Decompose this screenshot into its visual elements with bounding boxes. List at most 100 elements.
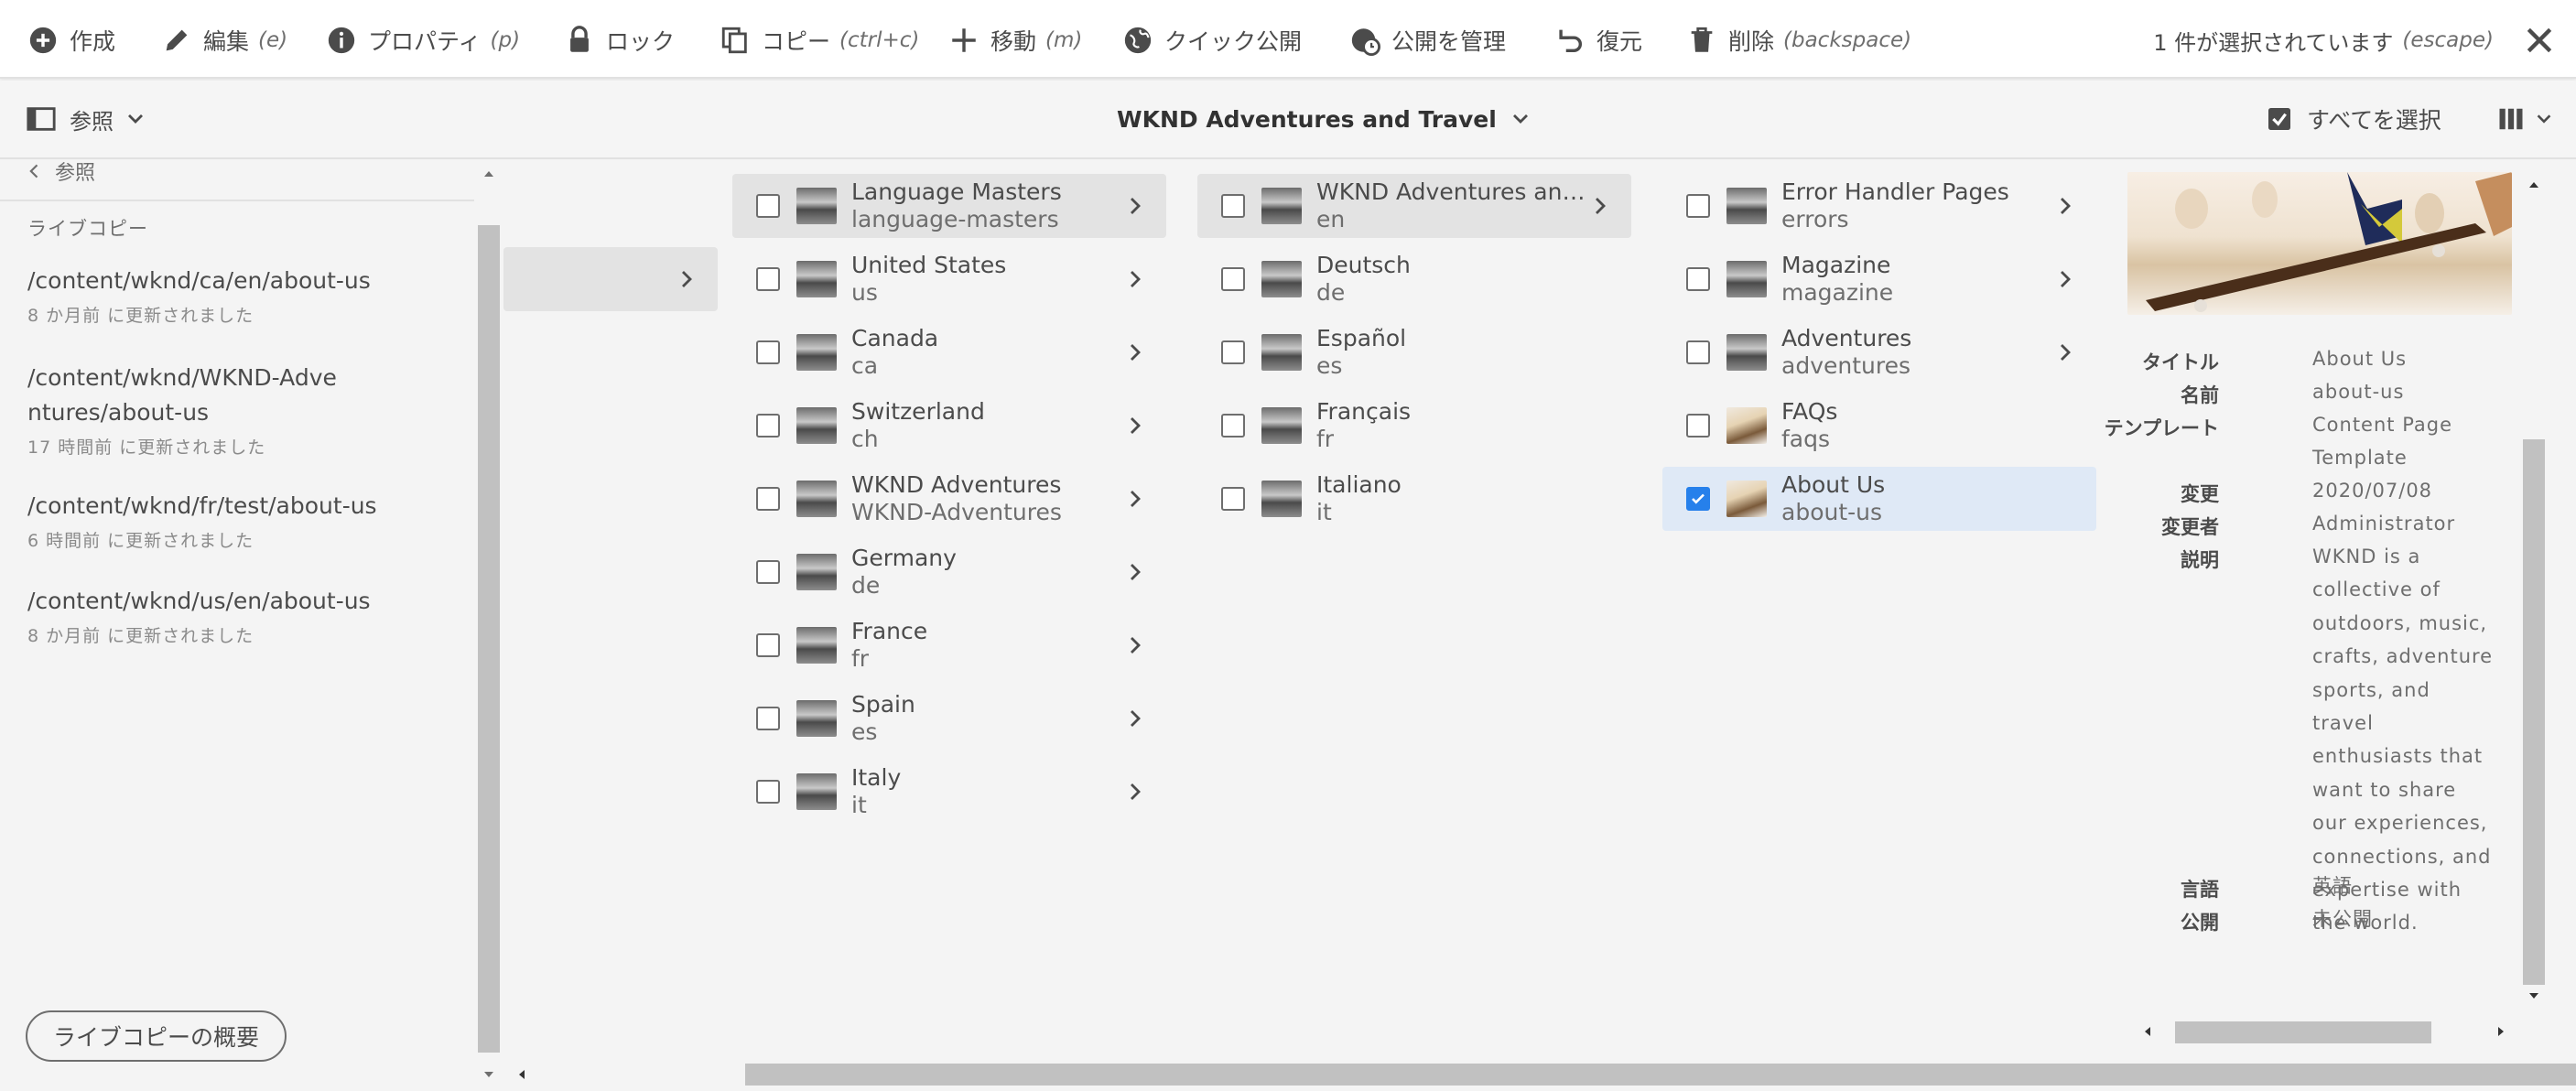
column-view-icon (2499, 108, 2523, 130)
edit-label: 編集 (203, 28, 250, 55)
list-item[interactable]: Español es (1197, 320, 1631, 384)
live-copy-item[interactable]: /content/wknd/ca/en/about-us 8 か月前 に更新され… (27, 264, 449, 327)
row-checkbox[interactable] (756, 194, 780, 218)
chevron-right-icon[interactable] (1124, 488, 1146, 510)
item-title: Italiano (1316, 471, 1402, 498)
globe-clock-icon (1351, 28, 1380, 56)
row-checkbox[interactable] (756, 340, 780, 364)
row-checkbox[interactable] (1221, 267, 1245, 291)
scroll-left-arrow-icon[interactable] (514, 1067, 529, 1082)
live-copy-item[interactable]: /content/wknd/WKND-Adventures/about-us 1… (27, 361, 339, 459)
list-item[interactable]: Adventures adventures (1662, 320, 2096, 384)
rail-scrollbar[interactable] (476, 161, 502, 1091)
properties-button[interactable]: プロパティ (p) (326, 22, 520, 59)
copy-button[interactable]: コピー (ctrl+c) (720, 22, 919, 59)
item-name: WKND-Adventures (851, 499, 1062, 525)
scrollbar-thumb[interactable] (2175, 1021, 2431, 1043)
row-checkbox[interactable] (756, 560, 780, 584)
preview-horizontal-scrollbar[interactable] (2133, 1016, 2517, 1047)
list-item[interactable]: Error Handler Pages errors (1662, 174, 2096, 238)
list-item[interactable]: Français fr (1197, 394, 1631, 458)
row-checkbox[interactable] (756, 414, 780, 437)
chevron-right-icon[interactable] (1124, 708, 1146, 729)
chevron-right-icon[interactable] (1124, 415, 1146, 437)
row-checkbox[interactable] (756, 633, 780, 657)
manage-publication-button[interactable]: 公開を管理 (1349, 22, 1506, 59)
list-item[interactable]: Language Masters language-masters (732, 174, 1166, 238)
row-checkbox[interactable] (756, 707, 780, 730)
row-checkbox[interactable] (1686, 340, 1710, 364)
metadata-value: Administrator (2312, 513, 2456, 535)
row-checkbox[interactable] (1686, 487, 1710, 511)
row-checkbox[interactable] (1686, 414, 1710, 437)
chevron-right-icon[interactable] (1124, 781, 1146, 803)
chevron-right-icon[interactable] (2054, 341, 2076, 363)
list-item[interactable]: Deutsch de (1197, 247, 1631, 311)
list-item[interactable]: Italiano it (1197, 467, 1631, 531)
row-checkbox[interactable] (756, 487, 780, 511)
preview-thumbnail (2127, 172, 2512, 315)
row-checkbox[interactable] (756, 267, 780, 291)
list-item[interactable]: Italy it (732, 760, 1166, 824)
select-all-button[interactable]: すべてを選択 (2265, 101, 2441, 137)
chevron-right-icon[interactable] (1124, 268, 1146, 290)
list-item[interactable]: FAQs faqs (1662, 394, 2096, 458)
row-checkbox[interactable] (1221, 487, 1245, 511)
globe-icon (1124, 27, 1152, 54)
chevron-right-icon[interactable] (1124, 634, 1146, 656)
item-title: Germany (851, 545, 957, 571)
scroll-left-arrow-icon[interactable] (2140, 1024, 2155, 1039)
list-item[interactable]: France fr (732, 613, 1166, 677)
chevron-right-icon[interactable] (2054, 195, 2076, 217)
view-switcher[interactable] (2497, 101, 2554, 137)
preview-vertical-scrollbar[interactable] (2521, 174, 2547, 1023)
item-title: Magazine (1781, 252, 1891, 278)
lock-button[interactable]: ロック (564, 22, 675, 59)
scroll-up-arrow-icon[interactable] (2527, 178, 2541, 192)
list-item[interactable]: Switzerland ch (732, 394, 1166, 458)
chevron-right-icon[interactable] (1124, 341, 1146, 363)
scrollbar-thumb[interactable] (2523, 439, 2545, 985)
list-item[interactable]: Canada ca (732, 320, 1166, 384)
chevron-right-icon[interactable] (1124, 561, 1146, 583)
scrollbar-thumb[interactable] (478, 225, 500, 1053)
close-icon[interactable] (2521, 22, 2558, 59)
item-name: us (851, 279, 878, 306)
move-button[interactable]: 移動 (m) (948, 22, 1082, 59)
delete-button[interactable]: 削除 (backspace) (1686, 22, 1911, 59)
parent-column-row[interactable] (503, 247, 718, 311)
restore-button[interactable]: 復元 (1554, 22, 1642, 59)
scroll-up-arrow-icon[interactable] (482, 167, 496, 181)
scroll-down-arrow-icon[interactable] (482, 1067, 496, 1082)
page-title-dropdown[interactable]: WKND Adventures and Travel (1117, 101, 1532, 137)
quick-publish-button[interactable]: クイック公開 (1122, 22, 1302, 59)
scroll-down-arrow-icon[interactable] (2527, 988, 2541, 1003)
list-item[interactable]: Spain es (732, 686, 1166, 751)
column-horizontal-scrollbar[interactable] (505, 1058, 2576, 1091)
row-checkbox[interactable] (756, 780, 780, 804)
rail-toggle-button[interactable]: 参照 (26, 101, 159, 137)
rail-back-link[interactable]: 参照 (26, 157, 95, 185)
live-copy-item[interactable]: /content/wknd/us/en/about-us 8 か月前 に更新され… (27, 584, 449, 647)
create-button[interactable]: 作成 (27, 22, 115, 59)
list-item[interactable]: Germany de (732, 540, 1166, 604)
list-item[interactable]: About Us about-us (1662, 467, 2096, 531)
live-copy-overview-button[interactable]: ライブコピーの概要 (26, 1010, 287, 1062)
list-item[interactable]: United States us (732, 247, 1166, 311)
chevron-right-icon[interactable] (1589, 195, 1611, 217)
live-copy-item[interactable]: /content/wknd/fr/test/about-us 6 時間前 に更新… (27, 489, 449, 552)
list-item[interactable]: WKND Adventures and Travelen (1197, 174, 1631, 238)
chevron-right-icon[interactable] (1124, 195, 1146, 217)
row-checkbox[interactable] (1221, 194, 1245, 218)
scroll-right-arrow-icon[interactable] (2494, 1024, 2508, 1039)
edit-button[interactable]: 編集 (e) (161, 22, 287, 59)
list-item[interactable]: WKND Adventures WKND-Adventures (732, 467, 1166, 531)
row-checkbox[interactable] (1686, 194, 1710, 218)
scrollbar-thumb[interactable] (745, 1064, 2576, 1086)
list-item[interactable]: Magazine magazine (1662, 247, 2096, 311)
chevron-right-icon[interactable] (2054, 268, 2076, 290)
metadata-key: タイトル (2142, 351, 2219, 373)
row-checkbox[interactable] (1686, 267, 1710, 291)
row-checkbox[interactable] (1221, 414, 1245, 437)
row-checkbox[interactable] (1221, 340, 1245, 364)
